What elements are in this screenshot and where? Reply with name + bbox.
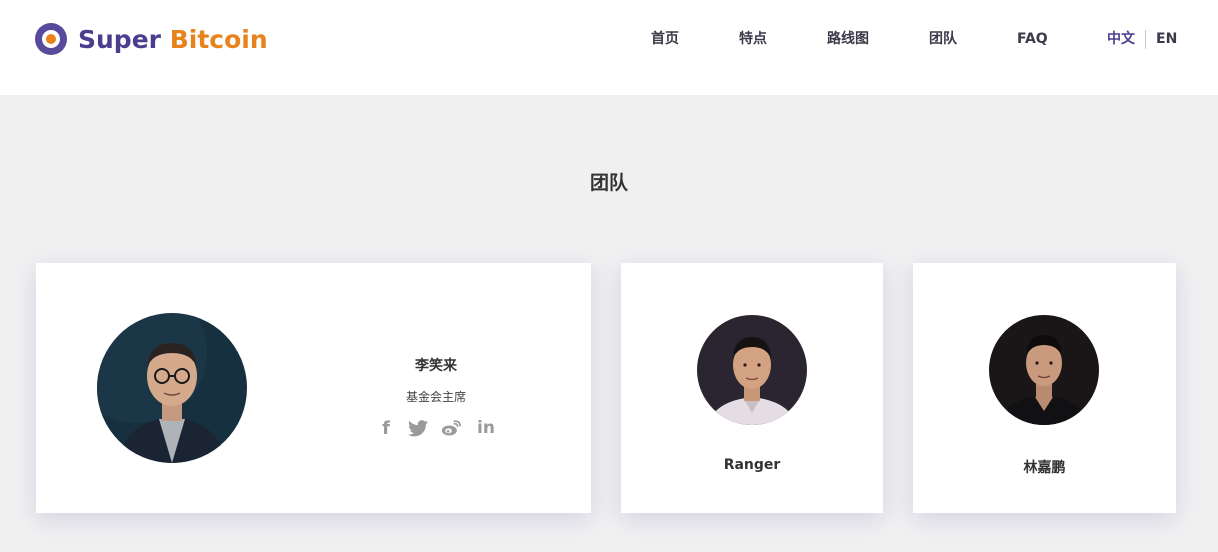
- lang-zh-button[interactable]: 中文: [1107, 29, 1135, 49]
- nav-item-roadmap[interactable]: 路线图: [827, 29, 869, 49]
- nav-item-features[interactable]: 特点: [739, 29, 767, 49]
- lang-en-button[interactable]: EN: [1156, 29, 1177, 49]
- nav-item-team[interactable]: 团队: [929, 29, 957, 49]
- team-section-title: 团队: [589, 172, 628, 194]
- logo-icon: [35, 23, 67, 55]
- logo-text-super: Super: [78, 24, 161, 54]
- team-member-card-featured: 李笑来 基金会主席 f in: [36, 263, 591, 513]
- nav-item-home[interactable]: 首页: [651, 29, 679, 49]
- team-member-card: Ranger: [621, 263, 883, 513]
- avatar: [989, 315, 1099, 425]
- linkedin-icon[interactable]: in: [476, 418, 496, 438]
- member-name: 李笑来: [415, 358, 457, 374]
- logo[interactable]: Super Bitcoin: [35, 21, 268, 57]
- twitter-icon[interactable]: [408, 418, 428, 438]
- logo-text-bitcoin: Bitcoin: [169, 24, 268, 54]
- facebook-icon[interactable]: f: [376, 418, 396, 439]
- member-name: Ranger: [723, 457, 781, 473]
- lang-divider: [1145, 30, 1146, 49]
- member-name: 林嘉鹏: [1023, 460, 1066, 476]
- logo-text: Super Bitcoin: [78, 25, 268, 54]
- avatar: [97, 313, 247, 463]
- member-role: 基金会主席: [405, 390, 466, 404]
- team-member-card: 林嘉鹏: [913, 263, 1176, 513]
- site-header: Super Bitcoin 首页 特点 路线图 团队 FAQ 中文 EN: [0, 0, 1218, 95]
- nav-item-faq[interactable]: FAQ: [1017, 29, 1048, 49]
- social-links: f in: [376, 418, 496, 439]
- avatar: [697, 315, 807, 425]
- weibo-icon[interactable]: [441, 418, 461, 438]
